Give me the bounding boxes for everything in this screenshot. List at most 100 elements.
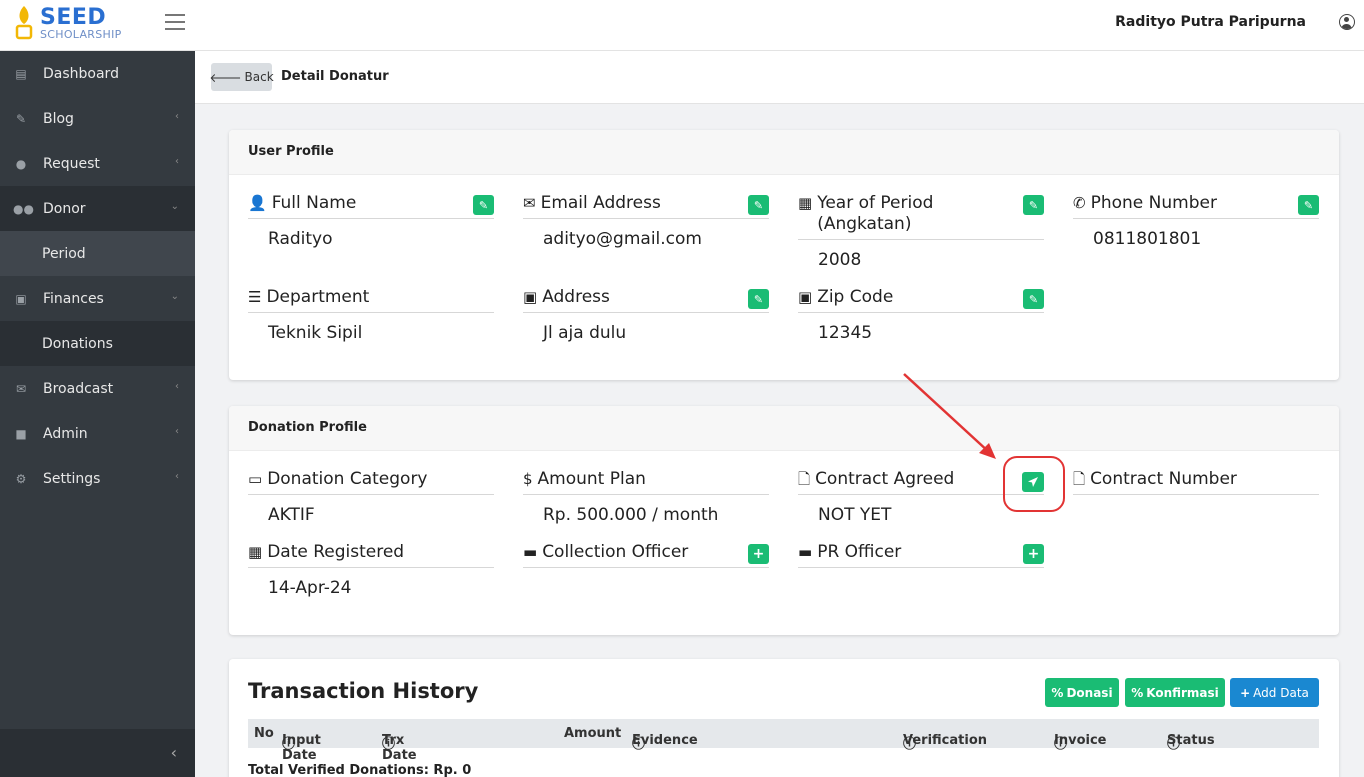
top-navbar: SEED SCHOLARSHIP Radityo Putra Paripurna (0, 0, 1364, 51)
field-value: 2008 (818, 250, 862, 270)
sidebar-item-label: Broadcast (43, 380, 114, 397)
edit-address-button[interactable]: ✎ (748, 289, 769, 309)
lock-icon: ■ (15, 426, 27, 441)
sidebar-item-admin[interactable]: ■ Admin ‹ (0, 411, 195, 456)
sidebar-item-label: Settings (43, 470, 101, 487)
table-header: No Input Date ⓘ Trx Date ⓘ Amount Eviden… (248, 719, 1319, 763)
calendar-check-icon: ▦ (248, 543, 263, 561)
list-icon: ☰ (248, 288, 262, 306)
highlight-annotation (1003, 456, 1065, 512)
field-label: Department (266, 287, 370, 307)
edit-full-name-button[interactable]: ✎ (473, 195, 494, 215)
field-department: ☰ Department Teknik Sipil (248, 287, 494, 343)
seed-logo-icon (15, 6, 33, 40)
sidebar: ▤ Dashboard ✎ Blog ‹ ● Request ‹ ●● Dono… (0, 51, 195, 777)
annotation-arrow (903, 373, 996, 459)
briefcase-icon: ▬ (523, 543, 538, 561)
percent-icon: % (1131, 685, 1144, 700)
envelope-icon: ✉ (523, 194, 536, 212)
sidebar-item-label: Finances (43, 290, 104, 307)
arrow-left-icon: 🡐 (209, 70, 242, 85)
back-button[interactable]: 🡐 Back (209, 63, 274, 91)
phone-icon: ✆ (1073, 194, 1086, 212)
field-label: Zip Code (817, 287, 894, 307)
user-avatar-icon[interactable] (1339, 14, 1355, 30)
field-date-registered: ▦ Date Registered 14-Apr-24 (248, 542, 494, 598)
bar-chart-icon: ▤ (15, 66, 27, 81)
envelope-icon: ✉ (15, 381, 27, 396)
briefcase-icon: ▬ (798, 543, 813, 561)
add-pr-officer-button[interactable]: + (1023, 544, 1044, 564)
chevron-down-icon: ⌄ (170, 201, 179, 212)
user-name[interactable]: Radityo Putra Paripurna (1115, 14, 1306, 30)
sidebar-item-label: Dashboard (43, 65, 119, 82)
card-title: Donation Profile (229, 406, 1339, 451)
field-label: PR Officer (817, 542, 902, 562)
collapse-sidebar-icon[interactable]: ‹ (171, 743, 177, 762)
user-profile-card: User Profile 👤 Full Name ✎ Radityo ✉ Email… (229, 130, 1339, 380)
field-value: Radityo (268, 229, 333, 249)
sidebar-item-donor[interactable]: ●● Donor ⌄ (0, 186, 195, 231)
info-icon: ⓘ (632, 737, 646, 752)
info-icon: ⓘ (903, 737, 917, 752)
logo-title: SEED (40, 5, 107, 30)
konfirmasi-button[interactable]: % Konfirmasi (1125, 678, 1225, 707)
col-amount: Amount (564, 726, 622, 741)
card-title: User Profile (229, 130, 1339, 175)
field-address: ▣ Address ✎ Jl aja dulu (523, 287, 769, 343)
field-zip-code: ▣ Zip Code ✎ 12345 (798, 287, 1044, 343)
plus-icon: + (1240, 685, 1251, 700)
edit-phone-button[interactable]: ✎ (1298, 195, 1319, 215)
sidebar-item-blog[interactable]: ✎ Blog ‹ (0, 96, 195, 141)
chevron-left-icon: ‹ (175, 156, 179, 167)
field-email: ✉ Email Address ✎ adityo@gmail.com (523, 193, 769, 249)
sidebar-item-finances[interactable]: ▣ Finances ⌄ (0, 276, 195, 321)
menu-toggle-icon[interactable] (165, 14, 185, 32)
chevron-left-icon: ‹ (175, 111, 179, 122)
content-header: 🡐 Back Detail Donatur (195, 51, 1364, 104)
edit-year-button[interactable]: ✎ (1023, 195, 1044, 215)
field-year-of-period: ▦ Year of Period (Angkatan) ✎ 2008 (798, 193, 1044, 270)
page-title: Detail Donatur (281, 69, 389, 84)
field-label: Collection Officer (542, 542, 689, 562)
info-icon: ⓘ (282, 737, 296, 752)
sidebar-item-broadcast[interactable]: ✉ Broadcast ‹ (0, 366, 195, 411)
sidebar-item-request[interactable]: ● Request ‹ (0, 141, 195, 186)
field-value: adityo@gmail.com (543, 229, 702, 249)
logo[interactable]: SEED SCHOLARSHIP (14, 4, 134, 44)
address-book-icon: ▣ (523, 288, 538, 306)
address-book-icon: ▣ (798, 288, 813, 306)
total-verified-donations: Total Verified Donations: Rp. 0 (248, 763, 472, 777)
info-icon: ⓘ (1054, 737, 1068, 752)
money-icon: ▣ (15, 291, 27, 306)
calendar-icon: ▦ (798, 194, 813, 212)
add-collection-officer-button[interactable]: + (748, 544, 769, 564)
edit-zip-button[interactable]: ✎ (1023, 289, 1044, 309)
field-value: Jl aja dulu (543, 323, 627, 343)
add-data-button[interactable]: + Add Data (1230, 678, 1319, 707)
sidebar-item-donations[interactable]: Donations (0, 321, 195, 366)
field-label: Phone Number (1090, 193, 1217, 213)
field-value: 14-Apr-24 (268, 578, 352, 598)
dollar-icon: $ (523, 470, 533, 488)
user-icon: 👤 (248, 194, 267, 212)
logo-subtitle: SCHOLARSHIP (40, 28, 122, 41)
sidebar-item-settings[interactable]: ⚙ Settings ‹ (0, 456, 195, 501)
sidebar-item-label: Blog (43, 110, 74, 127)
donasi-button[interactable]: % Donasi (1045, 678, 1119, 707)
field-label: Donation Category (267, 469, 428, 489)
field-value: Rp. 500.000 / month (543, 505, 719, 525)
sidebar-item-label: Donor (43, 200, 86, 217)
gear-icon: ⚙ (15, 471, 27, 486)
transaction-history-card: Transaction History % Donasi % Konfirmasi … (229, 659, 1339, 777)
sidebar-item-dashboard[interactable]: ▤ Dashboard (0, 51, 195, 96)
field-value: 0811801801 (1093, 229, 1202, 249)
donation-profile-card: Donation Profile ▭ Donation Category AKTI… (229, 406, 1339, 635)
chevron-down-icon: ⌄ (170, 291, 179, 302)
field-amount-plan: $ Amount Plan Rp. 500.000 / month (523, 469, 769, 525)
field-label: Amount Plan (537, 469, 646, 489)
file-icon: 🗋 (1073, 470, 1086, 488)
konfirmasi-label: Konfirmasi (1146, 685, 1219, 700)
sidebar-item-period[interactable]: Period (0, 231, 195, 276)
edit-email-button[interactable]: ✎ (748, 195, 769, 215)
